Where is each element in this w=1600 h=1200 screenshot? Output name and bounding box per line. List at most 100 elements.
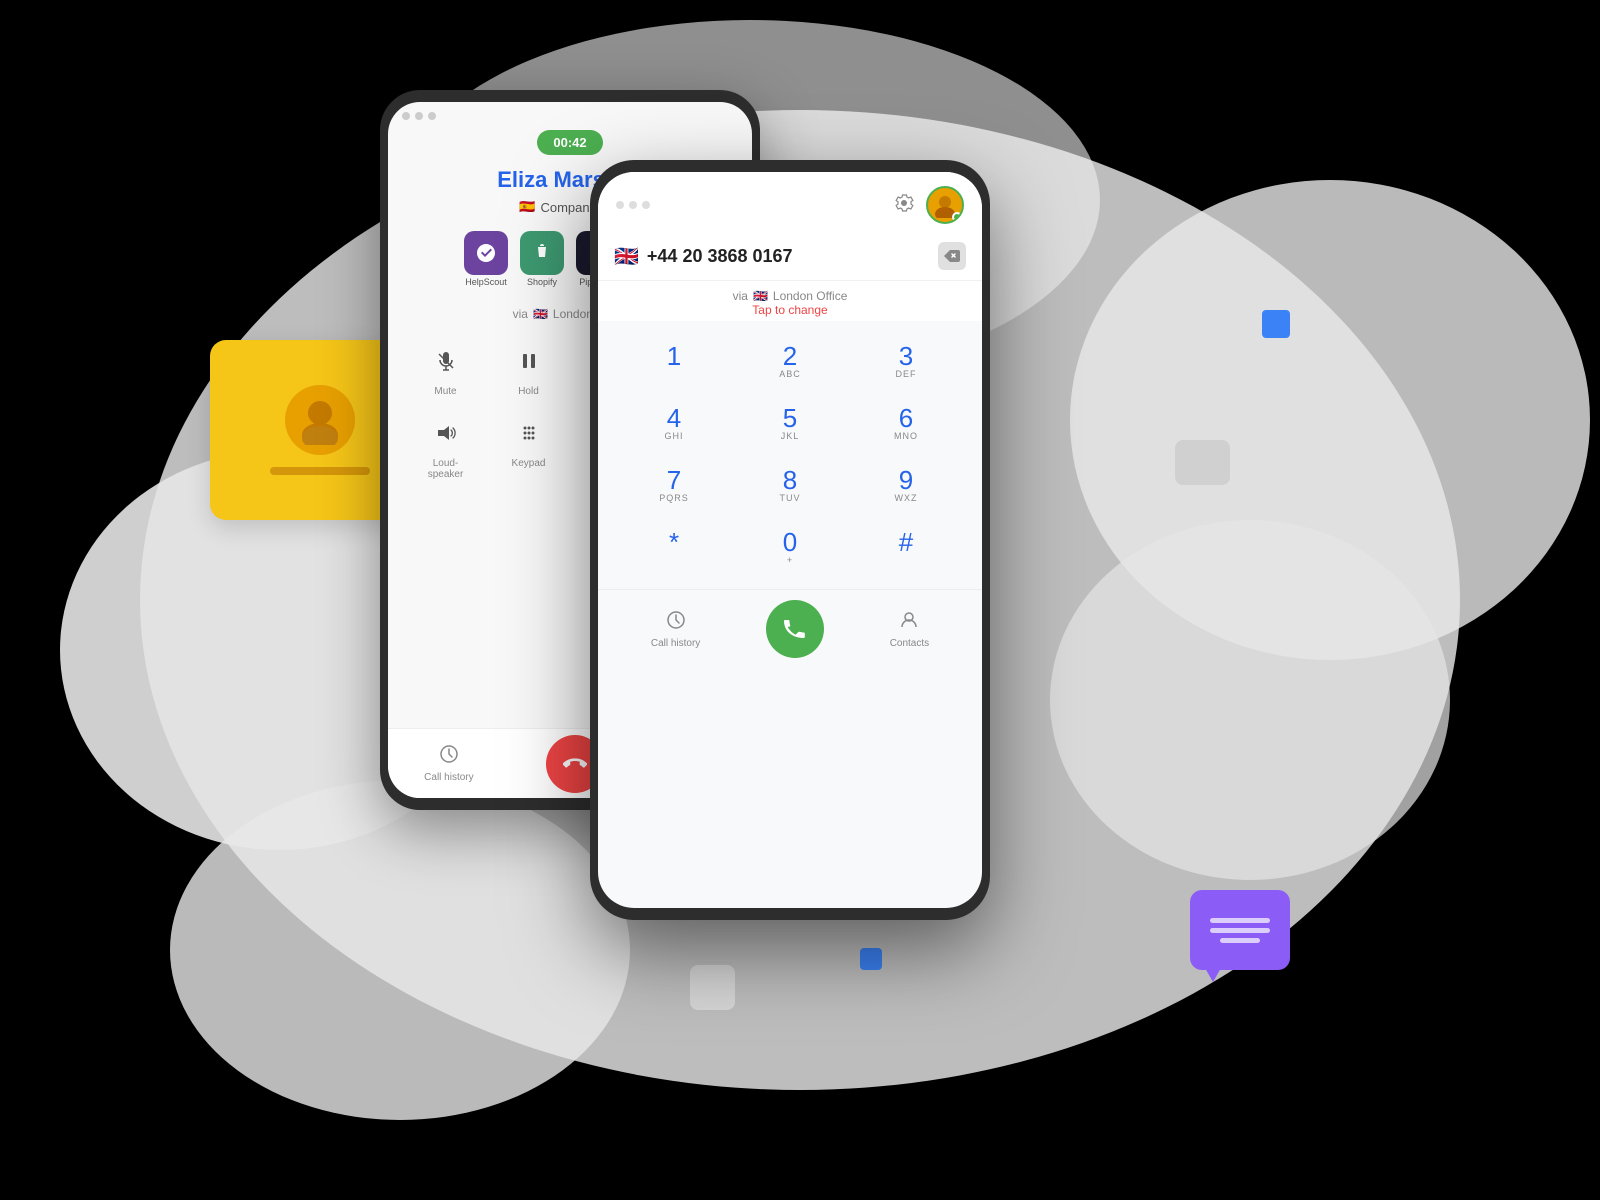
tap-to-change-button[interactable]: Tap to change [752, 303, 827, 317]
dial-key-9[interactable]: 9 WXZ [850, 457, 962, 515]
contacts-svg [899, 610, 919, 630]
hold-icon [509, 341, 549, 381]
front-nav-contacts[interactable]: Contacts [890, 610, 929, 649]
call-timer: 00:42 [537, 130, 602, 155]
dial-letters-9: WXZ [895, 493, 918, 505]
chat-bubble [1190, 890, 1290, 970]
country-flag: 🇬🇧 [614, 244, 639, 269]
avatar-svg [295, 395, 345, 445]
contact-avatar [285, 385, 355, 455]
front-call-history-label: Call history [651, 638, 700, 649]
dialpad: 1 2 ABC 3 DEF 4 GHI 5 JKL 6 MNO [598, 321, 982, 589]
dial-key-5[interactable]: 5 JKL [734, 395, 846, 453]
call-history-label: Call history [424, 772, 473, 783]
dial-key-1[interactable]: 1 [618, 333, 730, 391]
call-history-icon [439, 744, 459, 769]
contact-card-line [270, 467, 370, 475]
via-row: via 🇬🇧 London Office [733, 289, 848, 303]
loudspeaker-label: Loud-speaker [428, 458, 464, 480]
keypad-button[interactable]: Keypad [509, 413, 549, 480]
dial-letters-5: JKL [781, 431, 800, 443]
dial-letters-0: + [787, 555, 793, 567]
dial-num-0: 0 [783, 529, 797, 555]
dot-1 [402, 112, 410, 120]
dial-letters-8: TUV [780, 493, 801, 505]
dial-num-4: 4 [667, 405, 681, 431]
dial-key-8[interactable]: 8 TUV [734, 457, 846, 515]
settings-button[interactable] [894, 193, 914, 218]
phone-number-display[interactable]: +44 20 3868 0167 [647, 246, 930, 267]
back-nav-call-history[interactable]: Call history [424, 744, 473, 783]
dial-num-1: 1 [667, 343, 681, 369]
dial-letters-4: GHI [664, 431, 683, 443]
dial-key-0[interactable]: 0 + [734, 519, 846, 577]
via-section-front: via 🇬🇧 London Office Tap to change [598, 281, 982, 321]
keypad-icon [509, 413, 549, 453]
front-dot-2 [629, 201, 637, 209]
front-dot-3 [642, 201, 650, 209]
dial-letters-2: ABC [779, 369, 801, 381]
shopify-label: Shopify [527, 277, 557, 287]
dial-num-hash: # [899, 529, 913, 555]
office-name-front: London Office [773, 289, 848, 303]
chat-line-1 [1210, 918, 1270, 923]
dot-2 [415, 112, 423, 120]
deco-blue-square-bottom [860, 948, 882, 970]
mute-icon [426, 341, 466, 381]
deco-gray-square-right [1175, 440, 1230, 485]
dial-key-hash[interactable]: # [850, 519, 962, 577]
shopify-icon [520, 231, 564, 275]
dial-letters-3: DEF [896, 369, 917, 381]
call-icon [781, 615, 809, 643]
office-flag: 🇬🇧 [533, 307, 548, 321]
via-text-front: via [733, 289, 748, 303]
shopify-integration[interactable]: Shopify [520, 231, 564, 287]
front-phone-screen: 🇬🇧 +44 20 3868 0167 via 🇬🇧 London Office… [598, 172, 982, 908]
dial-num-8: 8 [783, 467, 797, 493]
mute-button[interactable]: Mute [426, 341, 466, 397]
phone-number-input-area: 🇬🇧 +44 20 3868 0167 [598, 232, 982, 281]
dial-key-4[interactable]: 4 GHI [618, 395, 730, 453]
dial-key-7[interactable]: 7 PQRS [618, 457, 730, 515]
back-phone-dots [388, 102, 752, 130]
end-call-icon [563, 752, 587, 776]
dial-num-6: 6 [899, 405, 913, 431]
dial-num-3: 3 [899, 343, 913, 369]
call-button[interactable] [766, 600, 824, 658]
dial-key-2[interactable]: 2 ABC [734, 333, 846, 391]
clock-icon [666, 610, 686, 630]
dial-num-star: * [669, 529, 679, 555]
helpscout-label: HelpScout [465, 277, 507, 287]
dial-key-3[interactable]: 3 DEF [850, 333, 962, 391]
dial-num-2: 2 [783, 343, 797, 369]
front-dot-1 [616, 201, 624, 209]
keypad-label: Keypad [512, 458, 546, 469]
front-contacts-label: Contacts [890, 638, 929, 649]
hold-button[interactable]: Hold [509, 341, 549, 397]
dial-num-7: 7 [667, 467, 681, 493]
backspace-button[interactable] [938, 242, 966, 270]
front-contacts-icon [899, 610, 919, 635]
dial-letters-7: PQRS [659, 493, 689, 505]
front-call-history-icon [666, 610, 686, 635]
front-nav-call-history[interactable]: Call history [651, 610, 700, 649]
dial-key-star[interactable]: * [618, 519, 730, 577]
backspace-icon [944, 250, 960, 262]
loudspeaker-icon [426, 413, 466, 453]
front-phone-frame: 🇬🇧 +44 20 3868 0167 via 🇬🇧 London Office… [590, 160, 990, 920]
helpscout-integration[interactable]: HelpScout [464, 231, 508, 287]
hold-label: Hold [518, 386, 539, 397]
dial-key-6[interactable]: 6 MNO [850, 395, 962, 453]
chat-line-3 [1220, 938, 1260, 943]
gear-icon [894, 193, 914, 213]
chat-line-2 [1210, 928, 1270, 933]
online-indicator [952, 212, 962, 222]
helpscout-icon [464, 231, 508, 275]
mute-label: Mute [434, 386, 456, 397]
office-flag-front: 🇬🇧 [753, 289, 768, 303]
loudspeaker-button[interactable]: Loud-speaker [426, 413, 466, 480]
front-phone-dots [616, 201, 650, 209]
user-avatar[interactable] [926, 186, 964, 224]
dial-num-9: 9 [899, 467, 913, 493]
via-text: via [513, 307, 528, 321]
